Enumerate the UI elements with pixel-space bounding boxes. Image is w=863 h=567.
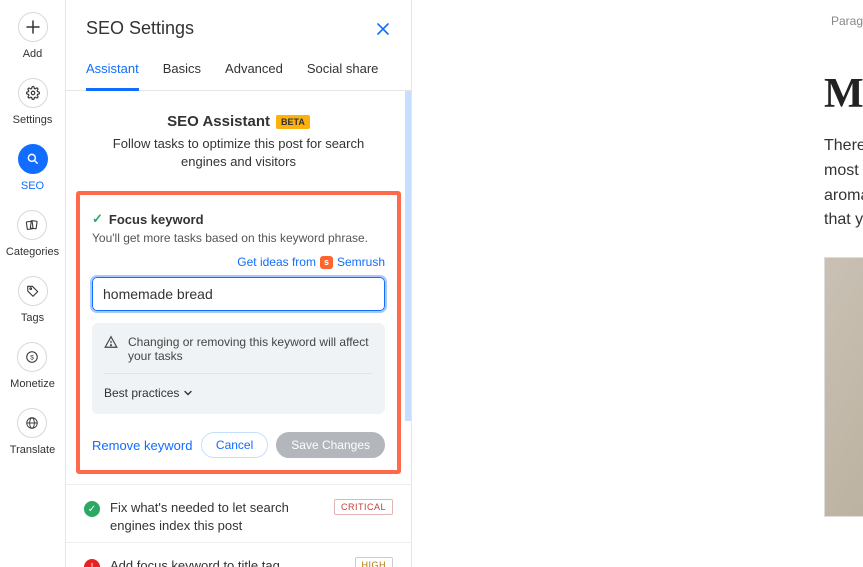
task-text: Add focus keyword to title tag bbox=[110, 557, 280, 567]
seo-settings-panel: SEO Settings Assistant Basics Advanced S… bbox=[66, 0, 412, 567]
rail-seo-label: SEO bbox=[21, 180, 44, 192]
rail-monetize-label: Monetize bbox=[10, 378, 55, 390]
cancel-button[interactable]: Cancel bbox=[201, 432, 268, 458]
tag-icon bbox=[18, 276, 48, 306]
beta-badge: BETA bbox=[276, 115, 310, 129]
focus-keyword-input[interactable] bbox=[92, 277, 385, 311]
status-ok-icon: ✓ bbox=[84, 501, 100, 517]
article-image[interactable] bbox=[824, 257, 863, 517]
close-icon[interactable] bbox=[375, 21, 391, 37]
task-row[interactable]: ! Add focus keyword to title tag HIGH bbox=[66, 542, 411, 567]
rail-monetize[interactable]: $ Monetize bbox=[10, 342, 55, 390]
semrush-link[interactable]: Get ideas from s Semrush bbox=[237, 255, 385, 269]
gear-icon bbox=[18, 78, 48, 108]
left-sidebar: Add Settings SEO Categories Tags $ Monet… bbox=[0, 0, 66, 567]
focus-keyword-sub: You'll get more tasks based on this keyw… bbox=[92, 231, 385, 245]
tabs: Assistant Basics Advanced Social share bbox=[66, 39, 411, 91]
rail-settings-label: Settings bbox=[13, 114, 53, 126]
remove-keyword-link[interactable]: Remove keyword bbox=[92, 438, 192, 453]
rail-tags[interactable]: Tags bbox=[18, 276, 48, 324]
editor-content: Parag Mi There most aroma that y bbox=[412, 0, 863, 567]
assistant-subtitle: Follow tasks to optimize this post for s… bbox=[96, 135, 381, 171]
warning-text: Changing or removing this keyword will a… bbox=[128, 335, 373, 363]
tab-advanced[interactable]: Advanced bbox=[225, 61, 283, 90]
scrollbar[interactable] bbox=[405, 91, 411, 421]
article-body[interactable]: There most aroma that y bbox=[824, 134, 863, 233]
focus-keyword-title: Focus keyword bbox=[109, 212, 204, 227]
tab-social[interactable]: Social share bbox=[307, 61, 379, 90]
check-icon: ✓ bbox=[92, 211, 103, 227]
toolbar-paragraph-hint: Parag bbox=[412, 14, 863, 28]
dollar-icon: $ bbox=[17, 342, 47, 372]
focus-keyword-card: ✓ Focus keyword You'll get more tasks ba… bbox=[76, 191, 401, 474]
plus-icon bbox=[18, 12, 48, 42]
critical-badge: CRITICAL bbox=[334, 499, 393, 515]
rail-categories[interactable]: Categories bbox=[6, 210, 59, 258]
save-changes-button[interactable]: Save Changes bbox=[276, 432, 385, 458]
best-practices-toggle[interactable]: Best practices bbox=[104, 386, 193, 400]
tab-basics[interactable]: Basics bbox=[163, 61, 201, 90]
rail-tags-label: Tags bbox=[21, 312, 44, 324]
status-error-icon: ! bbox=[84, 559, 100, 567]
task-text: Fix what's needed to let search engines … bbox=[110, 499, 310, 534]
cards-icon bbox=[17, 210, 47, 240]
search-icon bbox=[18, 144, 48, 174]
rail-categories-label: Categories bbox=[6, 246, 59, 258]
warning-box: Changing or removing this keyword will a… bbox=[92, 323, 385, 414]
rail-translate-label: Translate bbox=[10, 444, 55, 456]
high-badge: HIGH bbox=[355, 557, 394, 567]
globe-icon bbox=[17, 408, 47, 438]
svg-text:$: $ bbox=[31, 354, 35, 361]
warning-icon bbox=[104, 335, 118, 363]
tab-assistant[interactable]: Assistant bbox=[86, 61, 139, 91]
divider bbox=[104, 373, 373, 374]
rail-seo[interactable]: SEO bbox=[18, 144, 48, 192]
assistant-title: SEO Assistant bbox=[167, 113, 270, 130]
rail-add-label: Add bbox=[23, 48, 43, 60]
task-row[interactable]: ✓ Fix what's needed to let search engine… bbox=[66, 484, 411, 542]
panel-title: SEO Settings bbox=[86, 18, 194, 39]
rail-add[interactable]: Add bbox=[18, 12, 48, 60]
semrush-icon: s bbox=[320, 256, 333, 269]
chevron-down-icon bbox=[183, 388, 193, 398]
article-title[interactable]: Mi bbox=[824, 70, 863, 118]
rail-translate[interactable]: Translate bbox=[10, 408, 55, 456]
rail-settings[interactable]: Settings bbox=[13, 78, 53, 126]
